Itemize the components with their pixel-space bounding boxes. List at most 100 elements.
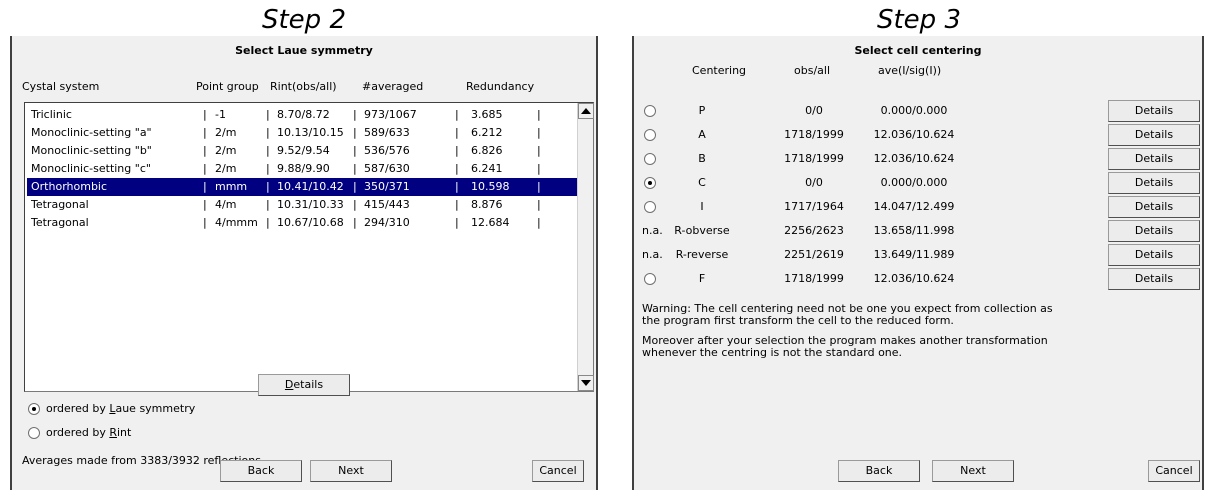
cell-averaged: 973/1067 [364,108,417,121]
cell-obs-all: 2256/2623 [784,224,844,237]
cell-redundancy: 10.598 [471,180,510,193]
column-separator: | [455,126,459,139]
scroll-up-button[interactable] [578,103,594,119]
vertical-scrollbar[interactable] [577,103,594,391]
cell-ave-isigi: 12.036/10.624 [873,272,955,285]
column-separator: | [203,162,207,175]
column-separator: | [537,108,541,121]
column-separator: | [537,198,541,211]
column-separator: | [537,180,541,193]
cell-ave-isigi: 13.658/11.998 [873,224,955,237]
laue-symmetry-list[interactable]: Triclinic | -1 | 8.70/8.72 | 973/1067 | 3.685 | Mo… [24,102,594,392]
column-separator: | [537,144,541,157]
laue-row[interactable]: Orthorhombic | mmm | 10.41/10.42 | 350/371 | 10.… [27,178,581,196]
cell-centering: B [698,152,706,165]
header-crystal-system: Cystal system [22,80,100,93]
cell-centering: C [698,176,706,189]
details-button[interactable]: Details [258,374,350,396]
radio-button[interactable] [28,403,40,415]
cell-redundancy: 6.212 [471,126,503,139]
cell-crystal-system: Monoclinic-setting "b" [31,144,152,157]
column-separator: | [266,126,270,139]
cell-redundancy: 8.876 [471,198,503,211]
cell-crystal-system: Tetragonal [31,198,89,211]
radio-label-accelerator: R [109,426,117,439]
details-label: etails [293,378,324,391]
laue-row[interactable]: Monoclinic-setting "a" | 2/m | 10.13/10.15 | 5… [27,124,581,142]
column-separator: | [353,144,357,157]
column-separator: | [455,198,459,211]
step2-heading: Step 2 [261,5,346,35]
cell-crystal-system: Triclinic [31,108,72,121]
cell-redundancy: 3.685 [471,108,503,121]
cell-obs-all: 1718/1999 [784,128,844,141]
laue-row[interactable]: Monoclinic-setting "b" | 2/m | 9.52/9.54 | 536… [27,142,581,160]
column-separator: | [266,180,270,193]
laue-row[interactable]: Monoclinic-setting "c" | 2/m | 9.88/9.90 | 587… [27,160,581,178]
cancel-button[interactable]: Cancel [1148,460,1200,482]
scroll-down-button[interactable] [578,375,594,391]
header-rint: Rint(obs/all) [270,80,337,93]
centering-details-button[interactable]: Details [1108,124,1200,146]
column-separator: | [455,180,459,193]
cell-crystal-system: Tetragonal [31,216,89,229]
column-separator: | [266,198,270,211]
column-separator: | [203,180,207,193]
centering-details-button[interactable]: Details [1108,268,1200,290]
cell-point-group: 4/mmm [215,216,258,229]
cell-centering: F [698,272,706,285]
cell-rint: 8.70/8.72 [277,108,330,121]
cell-point-group: 2/m [215,144,237,157]
arrow-down-icon [581,380,591,386]
cell-averaged: 294/310 [364,216,410,229]
column-separator: | [537,162,541,175]
centering-details-button[interactable]: Details [1108,148,1200,170]
next-button[interactable]: Next [310,460,392,482]
back-button[interactable]: Back [220,460,302,482]
laue-row[interactable]: Triclinic | -1 | 8.70/8.72 | 973/1067 | 3.685 | [27,106,581,124]
cell-obs-all: 1717/1964 [784,200,844,213]
cell-obs-all: 0/0 [805,176,823,189]
cell-centering: R-reverse [675,248,729,261]
cell-centering: A [698,128,706,141]
column-separator: | [266,108,270,121]
panel-title: Select cell centering [854,44,982,57]
cell-centering: I [700,200,704,213]
cell-centering: P [698,104,706,117]
back-button[interactable]: Back [838,460,920,482]
radio-button[interactable] [28,427,40,439]
cell-rint: 10.67/10.68 [277,216,344,229]
next-button[interactable]: Next [932,460,1014,482]
cell-rint: 10.13/10.15 [277,126,344,139]
cell-obs-all: 1718/1999 [784,272,844,285]
cell-point-group: 2/m [215,162,237,175]
column-separator: | [537,216,541,229]
cell-centering: R-obverse [674,224,730,237]
centering-details-button[interactable]: Details [1108,244,1200,266]
cell-ave-isigi: 13.649/11.989 [873,248,955,261]
arrow-up-icon [581,108,591,114]
header-centering: Centering [692,64,747,77]
column-separator: | [353,108,357,121]
centering-details-button[interactable]: Details [1108,196,1200,218]
cell-point-group: -1 [215,108,226,121]
cell-rint: 9.52/9.54 [277,144,330,157]
note-line-2: whenever the centring is not the standar… [642,346,903,359]
centering-details-button[interactable]: Details [1108,172,1200,194]
laue-row[interactable]: Tetragonal | 4/m | 10.31/10.33 | 415/443 | 8.876… [27,196,581,214]
header-averaged: #averaged [362,80,424,93]
centering-details-button[interactable]: Details [1108,100,1200,122]
column-separator: | [203,108,207,121]
cancel-button[interactable]: Cancel [532,460,584,482]
cell-ave-isigi: 0.000/0.000 [880,104,948,117]
cell-crystal-system: Monoclinic-setting "a" [31,126,152,139]
centering-details-button[interactable]: Details [1108,220,1200,242]
laue-row[interactable]: Tetragonal | 4/mmm | 10.67/10.68 | 294/310 | 12.… [27,214,581,232]
header-redundancy: Redundancy [466,80,535,93]
column-separator: | [203,198,207,211]
radio-label-post: aue symmetry [115,402,196,415]
step3-heading: Step 3 [876,5,961,35]
header-point-group: Point group [196,80,259,93]
cell-averaged: 536/576 [364,144,410,157]
cell-centering-panel: Select cell centering Centering obs/all … [632,36,1204,490]
